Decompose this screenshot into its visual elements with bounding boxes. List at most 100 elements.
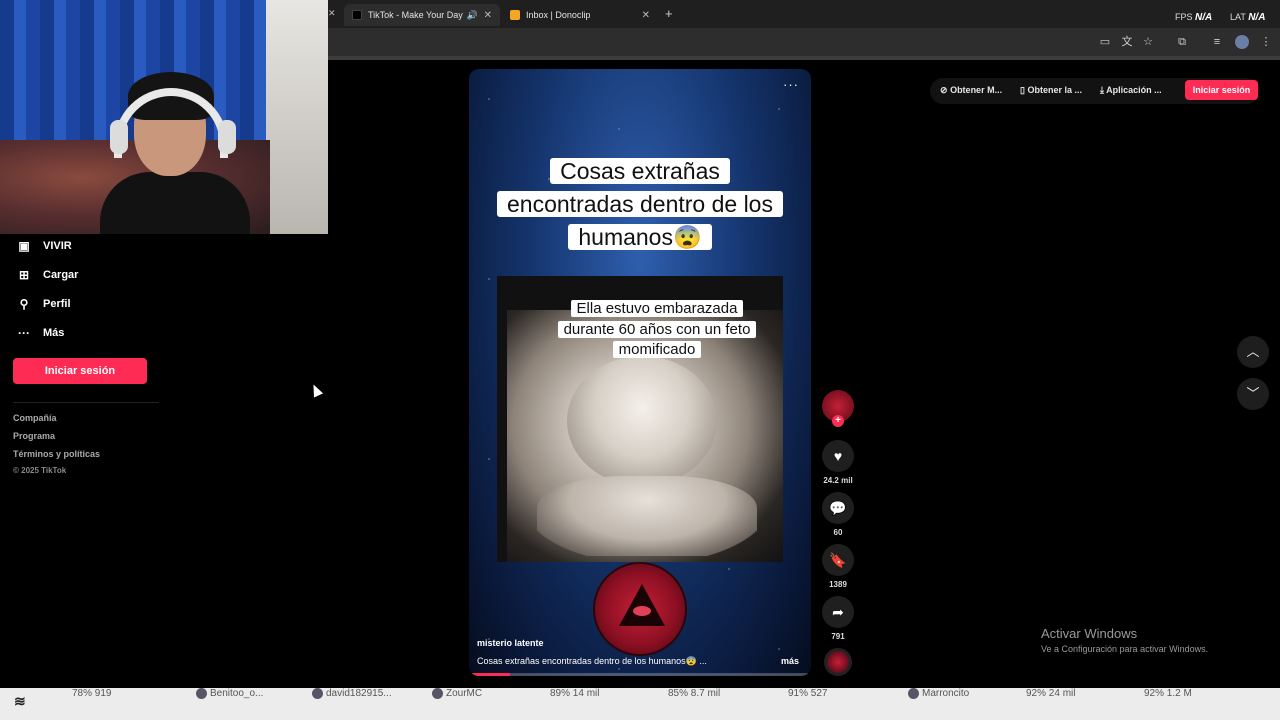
- bookmark-star-icon[interactable]: ☆: [1141, 35, 1155, 49]
- sidebar-item-more[interactable]: ··· Más: [16, 326, 64, 340]
- illuminati-eye-logo: [593, 562, 687, 656]
- video-caption: Cosas extrañas encontradas dentro de los…: [477, 656, 707, 666]
- heart-icon: ♥: [833, 448, 843, 464]
- close-icon[interactable]: ✕: [328, 8, 336, 19]
- video-progress-fill: [469, 673, 511, 676]
- subtitle-line: momificado: [612, 341, 702, 358]
- get-app-link[interactable]: ▯ Obtener la ...: [1020, 85, 1082, 96]
- cast-icon[interactable]: ▭: [1098, 35, 1112, 49]
- avatar: [432, 688, 443, 699]
- video-author[interactable]: misterio latente: [477, 638, 544, 648]
- stream-user: Benitoo_o...: [196, 688, 263, 700]
- phone-icon: ▯: [1020, 85, 1025, 95]
- more-options-icon[interactable]: ···: [783, 77, 799, 92]
- stream-user: david182915...: [312, 688, 392, 700]
- fps-readout: FPS N/A: [1175, 12, 1213, 23]
- music-disc-icon[interactable]: [824, 648, 852, 676]
- live-icon: ▣: [18, 239, 30, 253]
- screen: ✕ TikTok - Make Your Day 🔊 ✕ Inbox | Don…: [0, 0, 1280, 720]
- close-icon[interactable]: ✕: [642, 10, 650, 21]
- stream-stat: 92% 24 mil: [1026, 688, 1076, 699]
- like-count: 24.2 mil: [823, 476, 853, 485]
- save-count: 1389: [829, 580, 847, 589]
- eye-icon: [633, 606, 651, 616]
- get-coins-link[interactable]: ⊘ Obtener M...: [940, 85, 1002, 96]
- avatar: [908, 688, 919, 699]
- next-video-button[interactable]: ﹀: [1237, 378, 1269, 410]
- media-icon[interactable]: ≡: [1210, 35, 1224, 49]
- download-icon: ⤓: [1100, 85, 1104, 95]
- latency-readout: LAT N/A: [1230, 12, 1266, 23]
- sidebar-divider: [13, 402, 159, 403]
- mouse-cursor-icon: [308, 382, 324, 398]
- like-button[interactable]: ♥: [822, 440, 854, 472]
- stream-stat: 78% 919: [72, 688, 112, 699]
- tab-tiktok[interactable]: TikTok - Make Your Day 🔊 ✕: [344, 4, 500, 26]
- sidebar-item-label: VIVIR: [43, 240, 72, 252]
- more-icon: ···: [18, 326, 30, 340]
- share-count: 791: [831, 632, 845, 641]
- video-subtitle-overlay: Ella estuvo embarazada durante 60 años c…: [543, 299, 771, 361]
- share-icon: ➦: [832, 604, 844, 620]
- tiktok-favicon-icon: [352, 10, 362, 20]
- follow-plus-icon[interactable]: +: [832, 415, 844, 427]
- share-button[interactable]: ➦: [822, 596, 854, 628]
- video-player[interactable]: ··· Cosas extrañas encontradas dentro de…: [469, 69, 811, 676]
- previous-video-button[interactable]: ︿: [1237, 336, 1269, 368]
- watermark-title: Activar Windows: [1041, 626, 1138, 641]
- title-line: Cosas extrañas: [550, 158, 730, 184]
- subtitle-line: Ella estuvo embarazada: [570, 300, 744, 317]
- stream-stat: 91% 527: [788, 688, 828, 699]
- profile-avatar-icon[interactable]: [1235, 35, 1249, 49]
- kebab-menu-icon[interactable]: ⋮: [1259, 35, 1273, 49]
- wall: [266, 0, 328, 234]
- footer-link-program[interactable]: Programa: [13, 431, 55, 441]
- donoclip-favicon-icon: [510, 10, 520, 20]
- sidebar-item-label: Cargar: [43, 269, 79, 281]
- tab-title: Inbox | Donoclip: [526, 10, 591, 20]
- footer-link-terms[interactable]: Términos y políticas: [13, 449, 100, 459]
- sidebar-item-live[interactable]: ▣ VIVIR: [16, 239, 72, 253]
- comment-icon: 💬: [829, 500, 847, 516]
- caption-more-link[interactable]: más: [781, 656, 799, 666]
- comment-button[interactable]: 💬: [822, 492, 854, 524]
- sidebar-item-label: Perfil: [43, 298, 71, 310]
- kick-logo-icon: ≋: [14, 693, 26, 709]
- desktop-app-link[interactable]: ⤓ Aplicación ...: [1100, 85, 1162, 96]
- close-icon[interactable]: ✕: [484, 10, 492, 21]
- sidebar-item-profile[interactable]: ⚲ Perfil: [16, 297, 71, 311]
- chevron-down-icon: ﹀: [1246, 386, 1260, 401]
- extensions-icon[interactable]: ⧉: [1175, 35, 1189, 49]
- tab-title: TikTok - Make Your Day: [368, 10, 463, 20]
- upload-icon: ⊞: [18, 268, 30, 282]
- webcam-overlay: [0, 0, 328, 234]
- video-progress-bar[interactable]: [469, 673, 811, 676]
- coin-icon: ⊘: [940, 85, 948, 95]
- new-tab-icon[interactable]: +: [665, 6, 673, 21]
- avatar: [312, 688, 323, 699]
- stream-overlay-bar: ≋ 78% 919 Benitoo_o... david182915... Zo…: [0, 688, 1280, 720]
- headset-ear-left: [110, 120, 128, 154]
- headset-ear-right: [218, 120, 236, 154]
- stream-stat: 89% 14 mil: [550, 688, 600, 699]
- stream-stat: 92% 1.2 M: [1144, 688, 1192, 699]
- streamer-body: [100, 172, 250, 234]
- tab-donoclip[interactable]: Inbox | Donoclip ✕: [502, 4, 658, 26]
- speaker-icon[interactable]: 🔊: [467, 10, 478, 21]
- streamer: [100, 72, 250, 234]
- mummified-fetus: [567, 356, 717, 486]
- stream-user: ZourMC: [432, 688, 482, 700]
- top-login-button[interactable]: Iniciar sesión: [1185, 80, 1258, 100]
- footer-link-company[interactable]: Compañía: [13, 413, 57, 423]
- bookmark-icon: 🔖: [829, 552, 847, 568]
- translate-icon[interactable]: 文: [1120, 35, 1134, 49]
- subtitle-line: durante 60 años con un feto: [557, 320, 757, 338]
- video-title-overlay: Cosas extrañas encontradas dentro de los…: [487, 155, 793, 254]
- sidebar-login-button[interactable]: Iniciar sesión: [13, 358, 147, 384]
- chevron-up-icon: ︿: [1246, 344, 1260, 359]
- pelvis-bone: [537, 476, 757, 556]
- stream-stat: 85% 8.7 mil: [668, 688, 721, 699]
- save-button[interactable]: 🔖: [822, 544, 854, 576]
- comment-count: 60: [833, 528, 843, 537]
- sidebar-item-upload[interactable]: ⊞ Cargar: [16, 268, 79, 282]
